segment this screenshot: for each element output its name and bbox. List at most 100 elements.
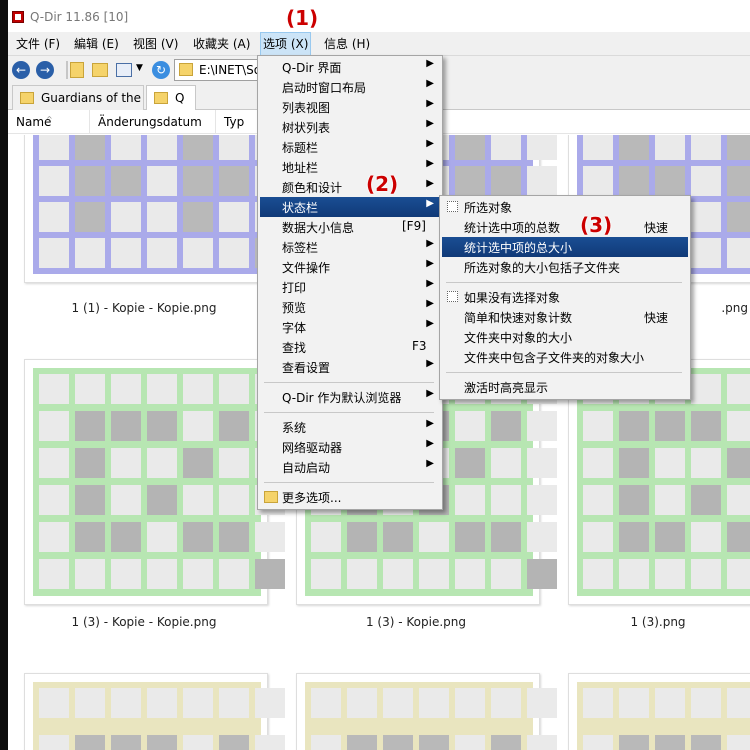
menu-separator: [446, 372, 682, 373]
menu-item-label: 网络驱动器: [282, 441, 343, 455]
menu-item-label: 查看设置: [282, 361, 331, 375]
menu-item-network-drives[interactable]: 网络驱动器 ▶: [260, 437, 440, 457]
menu-item-tree-list[interactable]: 树状列表 ▶: [260, 117, 440, 137]
menu-item-address-bar[interactable]: 地址栏 ▶: [260, 157, 440, 177]
thumbnail-7[interactable]: [24, 673, 285, 750]
menu-item-label: 预览: [282, 301, 307, 315]
thumbnail-8[interactable]: [296, 673, 557, 750]
menu-item-label: 文件夹中对象的大小: [464, 331, 573, 345]
thumbnail-image: [577, 368, 750, 596]
annotation-2: (2): [366, 172, 399, 196]
menu-item-system[interactable]: 系统 ▶: [260, 417, 440, 437]
menu-view[interactable]: 视图 (V): [131, 32, 180, 56]
submenu-item-no-selection[interactable]: 如果没有选择对象: [442, 287, 688, 307]
file-label[interactable]: 1 (3) - Kopie.png: [296, 615, 536, 629]
submenu-item-highlight-active[interactable]: 激活时高亮显示: [442, 377, 688, 397]
folder-icon: [20, 92, 34, 104]
menu-separator: [446, 282, 682, 283]
menu-item-autostart[interactable]: 自动启动 ▶: [260, 457, 440, 477]
menu-item-qdir-interface[interactable]: Q-Dir 界面 ▶: [260, 57, 440, 77]
submenu-item-selected-objects[interactable]: 所选对象: [442, 197, 688, 217]
options-menu: Q-Dir 界面 ▶ 启动时窗口布局 ▶ 列表视图 ▶ 树状列表 ▶ 标题栏 ▶ 地址栏 ▶…: [257, 55, 443, 510]
menu-item-startup-layout[interactable]: 启动时窗口布局 ▶: [260, 77, 440, 97]
menu-item-label: Q-Dir 作为默认浏览器: [282, 391, 402, 405]
menu-separator: [264, 412, 434, 413]
chevron-down-icon[interactable]: ▼: [136, 63, 146, 81]
menu-bar: 文件 (F) 編辑 (E) 视图 (V) 收藏夹 (A) 选项 (X) 信息 (…: [8, 32, 750, 56]
menu-item-shortcut: [F9]: [402, 219, 426, 233]
new-folder-icon[interactable]: [92, 63, 108, 77]
address-input[interactable]: E:\INET\So: [199, 63, 261, 77]
menu-item-preview[interactable]: 预览 ▶: [260, 297, 440, 317]
forward-icon[interactable]: →: [36, 61, 54, 79]
menu-separator: [264, 382, 434, 383]
menu-item-print[interactable]: 打印 ▶: [260, 277, 440, 297]
menu-favorites[interactable]: 收藏夹 (A): [191, 32, 252, 56]
back-icon[interactable]: ←: [12, 61, 30, 79]
view-mode-icon[interactable]: [116, 63, 132, 77]
toolbar-divider: [66, 61, 68, 79]
menu-item-title-bar[interactable]: 标题栏 ▶: [260, 137, 440, 157]
thumbnail-1[interactable]: [24, 135, 285, 283]
submenu-arrow-icon: ▶: [426, 158, 434, 169]
menu-item-label: 字体: [282, 321, 307, 335]
tab-guardians[interactable]: Guardians of the: [12, 85, 144, 110]
menu-item-font[interactable]: 字体 ▶: [260, 317, 440, 337]
submenu-arrow-icon: ▶: [426, 198, 434, 209]
checkbox-icon: [447, 201, 458, 212]
menu-item-label: 颜色和设计: [282, 181, 343, 195]
submenu-arrow-icon: ▶: [426, 238, 434, 249]
menu-item-label: 系统: [282, 421, 307, 435]
menu-options[interactable]: 选项 (X): [260, 32, 312, 56]
column-type-label: Typ: [224, 115, 245, 129]
submenu-item-total-size[interactable]: 统计选中项的总大小: [442, 237, 688, 257]
menu-item-tab-bar[interactable]: 标签栏 ▶: [260, 237, 440, 257]
submenu-arrow-icon: ▶: [426, 418, 434, 429]
menu-item-label: 树状列表: [282, 121, 331, 135]
submenu-item-quick-count[interactable]: 简单和快速对象计数 快速: [442, 307, 688, 327]
up-folder-icon[interactable]: [70, 62, 84, 78]
menu-item-data-size-info[interactable]: 数据大小信息 [F9]: [260, 217, 440, 237]
folder-icon: [264, 491, 278, 503]
menu-edit[interactable]: 編辑 (E): [72, 32, 121, 56]
submenu-item-size-incl-subfolders[interactable]: 所选对象的大小包括子文件夹: [442, 257, 688, 277]
thumbnail-9[interactable]: [568, 673, 750, 750]
thumbnail-image: [33, 135, 285, 274]
submenu-arrow-icon: ▶: [426, 98, 434, 109]
menu-item-label: 状态栏: [282, 201, 319, 215]
file-label[interactable]: 1 (1) - Kopie - Kopie.png: [24, 301, 264, 315]
thumbnail-image: [33, 682, 285, 750]
window-title: Q-Dir 11.86 [10]: [30, 10, 129, 24]
menu-item-status-bar[interactable]: 状态栏 ▶: [260, 197, 440, 217]
menu-item-shortcut: 快速: [644, 311, 669, 325]
submenu-arrow-icon: ▶: [426, 118, 434, 129]
menu-item-more-options[interactable]: 更多选项...: [260, 487, 440, 507]
menu-item-file-operations[interactable]: 文件操作 ▶: [260, 257, 440, 277]
menu-info[interactable]: 信息 (H): [322, 32, 372, 56]
menu-item-shortcut: 快速: [644, 221, 669, 235]
submenu-item-count-selected[interactable]: 统计选中项的总数 快速: [442, 217, 688, 237]
menu-item-default-browser[interactable]: Q-Dir 作为默认浏览器 ▶: [260, 387, 440, 407]
column-name[interactable]: ^ Name: [8, 110, 90, 134]
menu-item-label: 统计选中项的总数: [464, 221, 561, 235]
file-label[interactable]: 1 (3) - Kopie - Kopie.png: [24, 615, 264, 629]
menu-item-colors-design[interactable]: 颜色和设计 ▶: [260, 177, 440, 197]
column-modified[interactable]: Änderungsdatum: [90, 110, 216, 134]
menu-item-label: 如果没有选择对象: [464, 291, 561, 305]
statusbar-submenu: 所选对象 统计选中项的总数 快速 统计选中项的总大小 所选对象的大小包括子文件夹 …: [439, 195, 691, 400]
thumbnail-4[interactable]: [24, 359, 285, 605]
annotation-3: (3): [580, 213, 613, 237]
submenu-item-folder-size[interactable]: 文件夹中对象的大小: [442, 327, 688, 347]
menu-file[interactable]: 文件 (F): [14, 32, 62, 56]
thumbnail-image: [305, 682, 557, 750]
menu-item-find[interactable]: 查找 F3: [260, 337, 440, 357]
menu-item-label: 地址栏: [282, 161, 319, 175]
submenu-item-folder-size-incl-sub[interactable]: 文件夹中包含子文件夹的对象大小: [442, 347, 688, 367]
file-label[interactable]: 1 (3).png: [568, 615, 748, 629]
menu-item-view-settings[interactable]: 查看设置 ▶: [260, 357, 440, 377]
tab-q[interactable]: Q: [146, 85, 196, 111]
menu-item-list-view[interactable]: 列表视图 ▶: [260, 97, 440, 117]
refresh-icon[interactable]: ↻: [152, 61, 170, 79]
submenu-arrow-icon: ▶: [426, 78, 434, 89]
thumbnail-image: [577, 682, 750, 750]
